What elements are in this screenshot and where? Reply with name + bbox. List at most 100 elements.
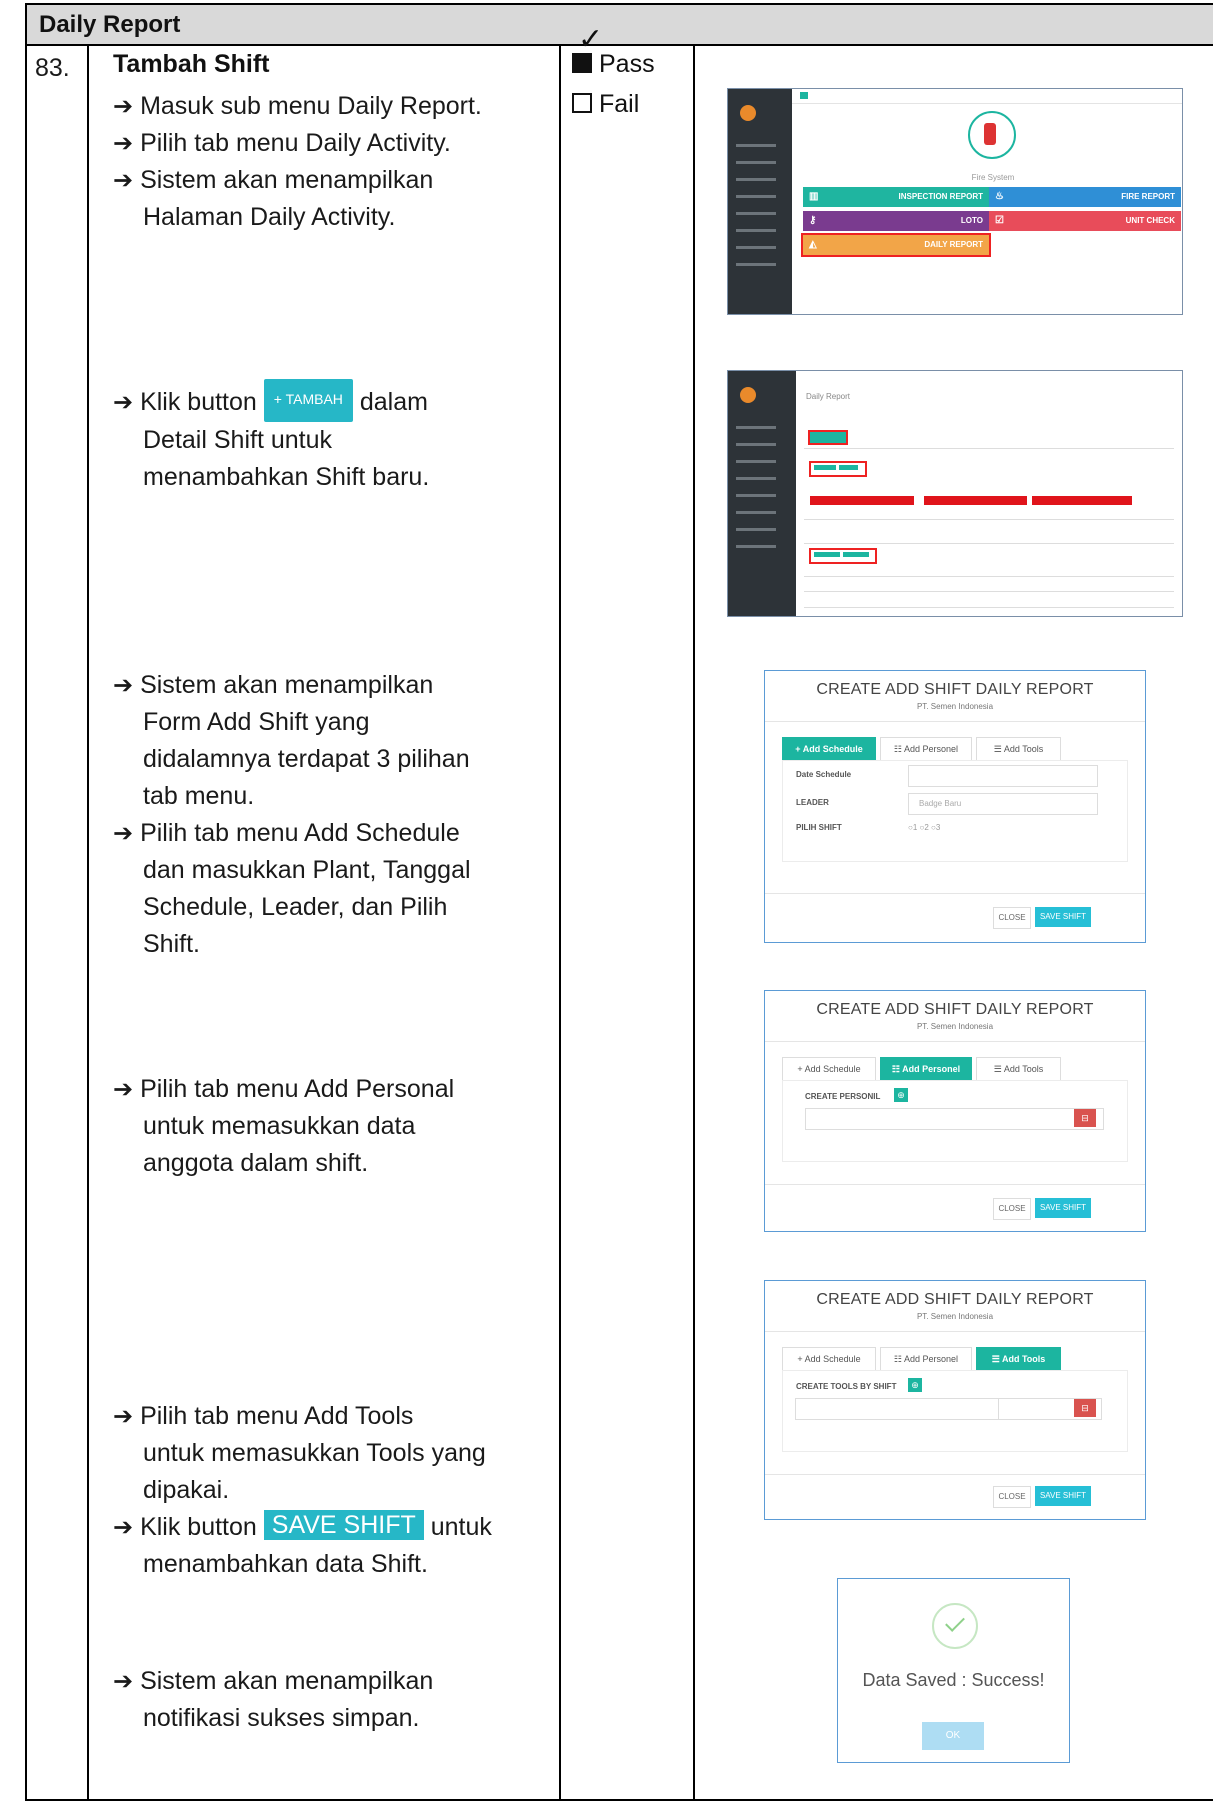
ok-button[interactable]: OK	[922, 1722, 984, 1750]
close-button[interactable]: CLOSE	[993, 907, 1031, 929]
tools-label: CREATE TOOLS BY SHIFT	[796, 1382, 897, 1391]
step-8: ➔ Pilih tab menu Add Tools untuk memasukk…	[113, 1402, 486, 1504]
arrow-icon: ➔	[113, 1076, 134, 1103]
checkmark-icon: ✓	[578, 23, 604, 56]
close-button[interactable]: CLOSE	[993, 1486, 1031, 1508]
list-icon: ☰	[991, 1354, 1000, 1364]
step-7: ➔ Pilih tab menu Add Personal untuk memas…	[113, 1075, 455, 1177]
tab-add-tools[interactable]: ☰ Add Tools	[976, 1057, 1061, 1081]
list-icon: ☰	[993, 1064, 1002, 1074]
step-3: ➔ Sistem akan menampilkan Halaman Daily A…	[113, 166, 434, 231]
inspection-report-tile[interactable]: ▥ INSPECTION REPORT	[803, 187, 989, 207]
users-icon: ☷	[893, 1354, 902, 1364]
section-header: Daily Report	[25, 3, 1213, 46]
avatar	[740, 387, 756, 403]
step-2: ➔ Pilih tab menu Daily Activity.	[113, 129, 451, 157]
save-shift-button[interactable]: SAVE SHIFT	[1035, 907, 1091, 927]
tab-add-personel[interactable]: ☷ Add Personel	[880, 737, 972, 761]
test-title: Tambah Shift	[113, 50, 270, 78]
personil-label: CREATE PERSONIL	[805, 1092, 881, 1101]
arrow-icon: ➔	[113, 672, 134, 699]
column-divider	[87, 45, 89, 1801]
fire-extinguisher-icon	[968, 111, 1016, 159]
step-4: ➔ Klik button + TAMBAH dalam Detail Shift…	[113, 379, 429, 496]
step-1: ➔ Masuk sub menu Daily Report.	[113, 92, 482, 120]
success-dialog: Data Saved : Success! OK	[837, 1578, 1070, 1763]
add-tools-modal: CREATE ADD SHIFT DAILY REPORT PT. Semen …	[764, 1280, 1146, 1520]
daily-report-page-screenshot: Daily Report	[727, 370, 1183, 617]
arrow-icon: ➔	[113, 130, 134, 157]
arrow-icon: ➔	[113, 820, 134, 847]
shift-label: PILIH SHIFT	[796, 823, 842, 832]
section-title: Daily Report	[39, 11, 181, 38]
close-button[interactable]: CLOSE	[993, 1198, 1031, 1220]
tab-add-schedule[interactable]: + Add Schedule	[782, 1347, 876, 1371]
tab-add-schedule[interactable]: + Add Schedule	[782, 1057, 876, 1081]
empty-box-icon	[572, 93, 592, 113]
modal-subtitle: PT. Semen Indonesia	[916, 1022, 994, 1031]
tab-add-personel[interactable]: ☷ Add Personel	[880, 1347, 972, 1371]
daily-report-tile[interactable]: ◭ DAILY REPORT	[801, 233, 991, 257]
tab-add-personel[interactable]: ☷ Add Personel	[880, 1057, 972, 1081]
tambah-button-sample: + TAMBAH	[263, 379, 353, 422]
fire-icon: ♨	[995, 191, 1004, 202]
personel-panel: CREATE PERSONIL ⊕ ⊟	[782, 1080, 1128, 1162]
arrow-icon: ➔	[113, 1403, 134, 1430]
add-schedule-modal: CREATE ADD SHIFT DAILY REPORT PT. Semen …	[764, 670, 1146, 943]
save-shift-button[interactable]: SAVE SHIFT	[1035, 1486, 1091, 1506]
success-check-icon	[932, 1603, 978, 1649]
step-6: ➔ Pilih tab menu Add Schedule dan masukka…	[113, 819, 471, 958]
date-input[interactable]	[908, 765, 1098, 787]
area-chart-icon: ◭	[809, 239, 817, 250]
tab-add-schedule[interactable]: + Add Schedule	[782, 737, 876, 761]
modal-subtitle: PT. Semen Indonesia	[916, 1312, 994, 1321]
step-9: ➔ Klik button SAVE SHIFT untuk menambahka…	[113, 1510, 492, 1578]
tools-panel: CREATE TOOLS BY SHIFT ⊕ ⊟	[782, 1370, 1128, 1452]
tool-name-input[interactable]	[795, 1398, 1007, 1420]
daily-report-tab[interactable]	[808, 430, 848, 445]
step-5: ➔ Sistem akan menampilkan Form Add Shift …	[113, 671, 470, 810]
shift-radio-group[interactable]: ○1 ○2 ○3	[908, 823, 940, 832]
tab-add-tools[interactable]: ☰ Add Tools	[976, 737, 1061, 761]
modal-title: CREATE ADD SHIFT DAILY REPORT	[816, 1291, 1094, 1308]
detail-activity-buttons[interactable]	[809, 548, 877, 564]
topbar	[792, 89, 1182, 104]
success-message: Data Saved : Success!	[862, 1670, 1045, 1690]
check-icon: ☑	[995, 215, 1004, 226]
leader-label: LEADER	[796, 798, 829, 807]
fail-checkbox[interactable]: Fail	[572, 90, 639, 119]
modal-subtitle: PT. Semen Indonesia	[916, 702, 994, 711]
schedule-panel: Date Schedule LEADER Badge Baru PILIH SH…	[782, 760, 1128, 862]
modal-title: CREATE ADD SHIFT DAILY REPORT	[816, 1001, 1094, 1018]
test-number: 83.	[35, 54, 70, 82]
sidebar	[728, 89, 792, 314]
chart-icon: ▥	[809, 191, 819, 202]
loto-tile[interactable]: ⚷ LOTO	[803, 211, 989, 231]
add-icon[interactable]: ⊕	[908, 1378, 922, 1392]
dashboard-screenshot: Fire System ▥ INSPECTION REPORT ♨ FIRE REP…	[727, 88, 1183, 315]
list-icon: ☰	[993, 744, 1002, 754]
delete-icon[interactable]: ⊟	[1074, 1109, 1096, 1127]
page-title: Daily Report	[806, 392, 851, 401]
save-shift-button-sample: SAVE SHIFT	[263, 1510, 424, 1540]
sidebar	[728, 371, 796, 616]
checked-box-icon	[572, 53, 592, 73]
unit-check-tile[interactable]: ☑ UNIT CHECK	[989, 211, 1181, 231]
arrow-icon: ➔	[113, 93, 134, 120]
arrow-icon: ➔	[113, 389, 134, 416]
arrow-icon: ➔	[113, 167, 134, 194]
section-label: Fire System	[971, 173, 1015, 182]
key-icon: ⚷	[809, 215, 817, 226]
leader-input[interactable]: Badge Baru	[908, 793, 1098, 815]
tab-add-tools[interactable]: ☰ Add Tools	[976, 1347, 1061, 1371]
users-icon: ☷	[891, 1064, 900, 1074]
fire-report-tile[interactable]: ♨ FIRE REPORT	[989, 187, 1181, 207]
add-icon[interactable]: ⊕	[894, 1088, 908, 1102]
delete-icon[interactable]: ⊟	[1074, 1399, 1096, 1417]
personel-input[interactable]	[805, 1108, 1104, 1130]
arrow-icon: ➔	[113, 1668, 134, 1695]
modal-title: CREATE ADD SHIFT DAILY REPORT	[816, 681, 1094, 698]
add-personel-modal: CREATE ADD SHIFT DAILY REPORT PT. Semen …	[764, 990, 1146, 1232]
tambah-highlight[interactable]	[809, 461, 867, 477]
save-shift-button[interactable]: SAVE SHIFT	[1035, 1198, 1091, 1218]
